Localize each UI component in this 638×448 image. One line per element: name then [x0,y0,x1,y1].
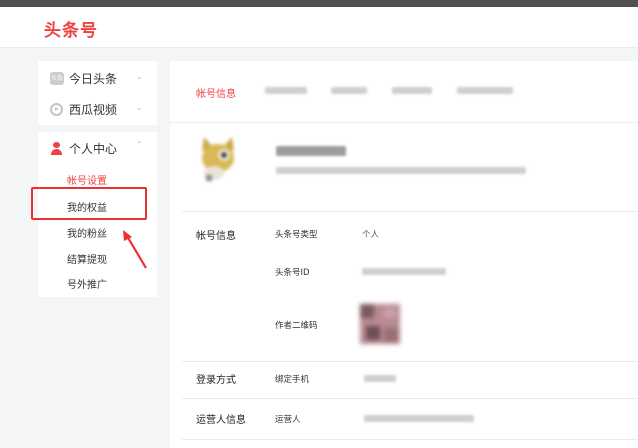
account-info-title: 帐号信息 [196,231,236,242]
login-method-title: 登录方式 [196,375,236,386]
sidebar-item-promotion[interactable]: 号外推广 [67,276,107,291]
account-id-label: 头条号ID [275,268,310,278]
chevron-down-icon: ⌄ [136,72,143,81]
toutiao-icon: 头条 [50,71,64,85]
profile-desc-blurred [276,167,526,174]
sidebar-item-label: 今日头条 [69,71,118,86]
divider [182,398,638,399]
tab-account-info[interactable]: 帐号信息 [196,85,236,100]
account-type-value: 个人 [362,230,380,240]
qr-code-label: 作者二维码 [275,321,318,331]
tab-blurred[interactable] [392,87,432,94]
sidebar-item-label: 个人中心 [69,141,118,156]
tab-blurred[interactable] [331,87,367,94]
account-id-blurred [362,268,446,275]
operator-blurred [364,415,474,422]
chevron-up-icon: ⌃ [136,140,143,149]
sidebar-item-account-settings[interactable]: 帐号设置 [67,172,107,187]
operator-info-title: 运营人信息 [196,415,246,426]
operator-label: 运营人 [275,415,301,425]
sidebar-item-label: 西瓜视频 [69,102,118,117]
bound-phone-blurred [364,375,396,382]
avatar[interactable] [196,131,240,185]
sidebar-item-my-fans[interactable]: 我的粉丝 [67,225,107,240]
main-panel: 帐号信息 帐号信息 头条号类型 个人 头条号ID 作者二维码 登录方式 绑定手机… [170,61,638,448]
divider [182,439,638,440]
username-blurred [276,146,346,156]
sidebar-item-settlement[interactable]: 结算提现 [67,251,107,266]
divider [182,211,638,212]
chevron-down-icon: ⌄ [136,103,143,112]
qr-code-image[interactable] [360,304,400,344]
app-header: 头条号 [0,7,638,48]
person-icon [50,141,63,155]
bound-phone-label: 绑定手机 [275,375,310,385]
play-icon [50,102,63,116]
browser-top-strip [0,0,638,7]
tab-bar: 帐号信息 [170,61,638,123]
annotation-highlight-box [31,187,147,220]
sidebar-item-personal-center[interactable]: 个人中心 ⌃ [50,137,143,159]
sidebar-platforms: 头条 今日头条 ⌄ 西瓜视频 ⌄ [38,61,157,125]
annotation-arrow-icon [123,230,147,269]
tab-blurred[interactable] [457,87,513,94]
sidebar-item-toutiao[interactable]: 头条 今日头条 ⌄ [50,67,143,89]
toutiaohao-logo[interactable]: 头条号 [44,16,98,41]
divider [182,361,638,362]
account-type-label: 头条号类型 [275,230,318,240]
sidebar-item-xigua[interactable]: 西瓜视频 ⌄ [50,98,143,120]
tab-blurred[interactable] [265,87,307,94]
